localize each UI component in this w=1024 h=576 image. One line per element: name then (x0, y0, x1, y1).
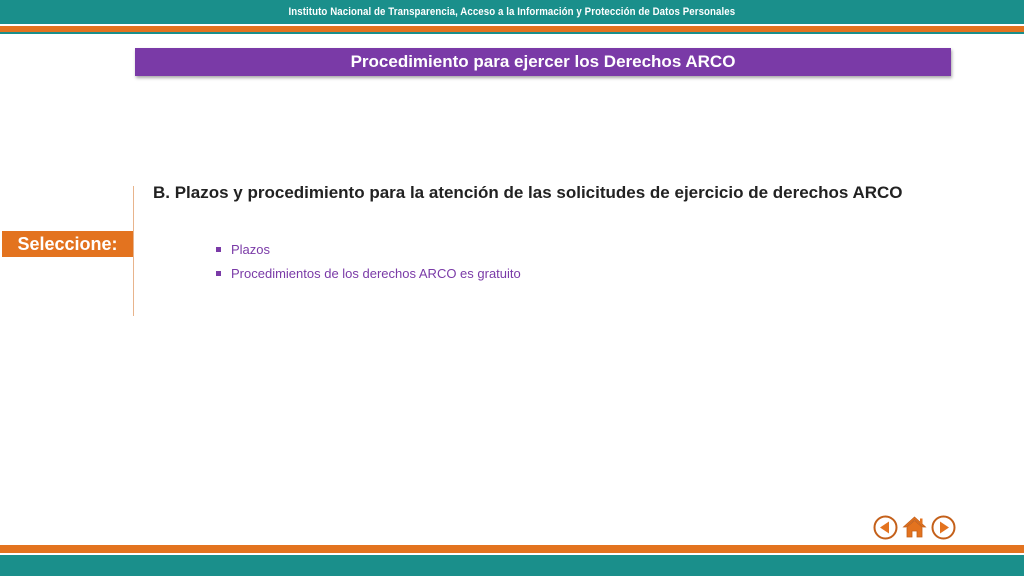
header-stripe-teal (0, 32, 1024, 34)
option-procedimientos[interactable]: Procedimientos de los derechos ARCO es g… (216, 261, 521, 285)
bullet-icon (216, 247, 221, 252)
select-label-text: Seleccione: (17, 233, 118, 254)
section-heading: B. Plazos y procedimiento para la atenci… (153, 183, 903, 202)
navigation-buttons (873, 515, 956, 540)
bullet-icon (216, 271, 221, 276)
option-plazos[interactable]: Plazos (216, 237, 521, 261)
option-label: Procedimientos de los derechos ARCO es g… (231, 265, 521, 281)
page-title-banner: Procedimiento para ejercer los Derechos … (135, 48, 951, 76)
home-button[interactable] (902, 515, 927, 540)
back-button[interactable] (873, 515, 898, 540)
arrow-right-circle-icon (931, 515, 956, 540)
select-label: Seleccione: (2, 231, 133, 257)
forward-button[interactable] (931, 515, 956, 540)
options-list: Plazos Procedimientos de los derechos AR… (216, 237, 521, 285)
footer-bar (0, 555, 1024, 576)
option-label: Plazos (231, 241, 271, 257)
page-title: Procedimiento para ejercer los Derechos … (350, 52, 736, 71)
vertical-divider (133, 186, 134, 316)
arrow-left-circle-icon (873, 515, 898, 540)
footer-stripe-orange (0, 545, 1024, 553)
institution-name: Instituto Nacional de Transparencia, Acc… (288, 6, 736, 18)
header-bar: Instituto Nacional de Transparencia, Acc… (0, 0, 1024, 24)
home-icon (902, 516, 927, 538)
